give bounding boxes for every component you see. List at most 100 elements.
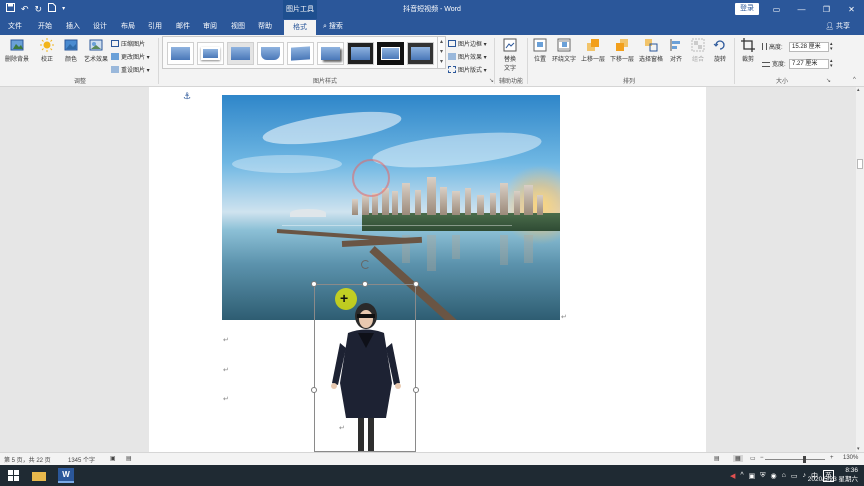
zoom-in-icon[interactable]: + <box>830 455 834 461</box>
resize-handle-top-left[interactable] <box>311 281 317 287</box>
tab-help[interactable]: 帮助 <box>254 19 276 35</box>
proofing-icon[interactable]: ▣ <box>110 455 116 462</box>
width-spinner[interactable]: ▴ ▾ <box>830 59 833 69</box>
rotate-handle[interactable] <box>361 260 370 269</box>
tab-review[interactable]: 审阅 <box>199 19 221 35</box>
tab-insert[interactable]: 插入 <box>62 19 84 35</box>
customize-qat-icon[interactable]: ▾ <box>62 3 65 15</box>
file-explorer-icon[interactable] <box>32 472 46 481</box>
picture-style-1[interactable] <box>167 42 194 65</box>
corrections-button[interactable]: 校正 <box>36 38 58 63</box>
picture-style-4[interactable] <box>257 42 284 65</box>
clock-time: 8:36 <box>845 467 858 474</box>
resize-handle-top-right[interactable] <box>413 281 419 287</box>
document-page[interactable]: ↵ + ↵ ↵ ↵ ↵ <box>149 87 706 452</box>
remove-background-button[interactable]: 删除背景 <box>2 38 32 63</box>
close-icon[interactable]: ✕ <box>839 0 864 19</box>
tab-format[interactable]: 格式 <box>284 19 316 35</box>
tell-me-search[interactable]: ⌕ 搜索 <box>323 20 343 34</box>
scroll-up-icon[interactable]: ▴ <box>857 87 860 93</box>
send-backward-button[interactable]: 下移一层 <box>607 38 637 63</box>
minimize-icon[interactable]: — <box>789 0 814 19</box>
word-count[interactable]: 1345 个字 <box>68 455 95 464</box>
tab-layout[interactable]: 布局 <box>117 19 139 35</box>
share-button[interactable]: 👤︎ 共享 <box>825 19 850 35</box>
scrollbar-thumb[interactable] <box>857 159 863 169</box>
word-app-icon[interactable]: W <box>58 468 74 483</box>
width-input[interactable]: 7.27 厘米 <box>789 59 829 69</box>
picture-style-5[interactable] <box>287 42 314 65</box>
tray-app-icon[interactable]: ⛨ <box>760 472 765 480</box>
tab-file[interactable]: 文件 <box>4 19 26 35</box>
picture-style-7[interactable] <box>347 42 374 65</box>
tab-design[interactable]: 设计 <box>89 19 111 35</box>
tab-references[interactable]: 引用 <box>144 19 166 35</box>
ribbon-display-options-icon[interactable]: ▭ <box>764 0 789 19</box>
page-count[interactable]: 第 5 页，共 22 页 <box>4 455 51 464</box>
collapse-ribbon-icon[interactable]: ^ <box>853 77 856 83</box>
zoom-level[interactable]: 130% <box>843 455 858 461</box>
color-button[interactable]: 颜色 <box>60 38 82 63</box>
height-spinner[interactable]: ▴ ▾ <box>830 42 833 52</box>
tray-app-icon[interactable]: ⌂ <box>782 472 786 479</box>
selection-pane-button[interactable]: 选择窗格 <box>636 38 666 63</box>
undo-icon[interactable]: ↶ <box>21 3 29 15</box>
resize-handle-right[interactable] <box>413 387 419 393</box>
vertical-scrollbar[interactable]: ▴ ▾ <box>856 87 864 452</box>
tray-app-icon[interactable]: ▣ <box>749 472 756 480</box>
volume-icon[interactable]: ♪ <box>803 472 807 479</box>
bring-forward-button[interactable]: 上移一层 <box>578 38 608 63</box>
resize-handle-left[interactable] <box>311 387 317 393</box>
clock[interactable]: 8:36 2020/5/23 星期六 <box>808 466 858 484</box>
picture-effects-button[interactable]: 图片效果 ▾ <box>448 52 487 61</box>
tab-home[interactable]: 开始 <box>33 19 57 35</box>
align-button[interactable]: 对齐 <box>666 38 686 63</box>
reset-picture-button[interactable]: 重设图片 ▾ <box>111 65 150 74</box>
crop-button[interactable]: 裁剪 <box>737 38 759 63</box>
position-button[interactable]: 位置 <box>530 38 550 63</box>
web-layout-icon[interactable]: ▭ <box>750 455 756 462</box>
tab-view[interactable]: 视图 <box>227 19 249 35</box>
size-dialog-launcher-icon[interactable]: ↘ <box>826 77 831 84</box>
compress-pictures-button[interactable]: 压缩图片 <box>111 39 145 48</box>
tab-mailings[interactable]: 邮件 <box>172 19 194 35</box>
picture-style-3[interactable] <box>227 42 254 65</box>
zoom-slider[interactable] <box>765 459 825 460</box>
picture-style-6[interactable] <box>317 42 344 65</box>
width-label: 宽度: <box>762 59 786 68</box>
person-picture[interactable] <box>311 260 419 452</box>
picture-style-8[interactable] <box>377 42 404 65</box>
redo-icon[interactable]: ↻ <box>35 3 43 15</box>
zoom-out-icon[interactable]: − <box>760 455 764 461</box>
wrap-text-button[interactable]: 环绕文字 <box>550 38 578 63</box>
tray-app-icon[interactable]: ◉ <box>771 472 777 480</box>
restore-icon[interactable]: ❐ <box>814 0 839 19</box>
wrap-text-label: 环绕文字 <box>551 57 576 63</box>
artistic-effects-button[interactable]: 艺术效果 <box>84 38 108 63</box>
tray-app-icon[interactable]: ◀ <box>730 472 735 480</box>
print-layout-icon[interactable]: ▦ <box>733 455 743 462</box>
gallery-scroll[interactable]: ▴ ▾ ▾ <box>437 37 445 68</box>
change-picture-button[interactable]: 更改图片 ▾ <box>111 52 150 61</box>
picture-border-button[interactable]: 图片边框 ▾ <box>448 39 487 48</box>
resize-handle-top[interactable] <box>362 281 368 287</box>
network-icon[interactable]: ▭ <box>791 472 798 480</box>
login-button[interactable]: 登录 <box>735 3 759 15</box>
new-doc-icon[interactable] <box>48 3 57 15</box>
windows-start-icon[interactable] <box>8 470 19 481</box>
zoom-slider-thumb[interactable] <box>803 456 806 463</box>
height-input[interactable]: 15.28 厘米 <box>789 42 829 52</box>
tray-chevron-icon[interactable]: ^ <box>740 472 743 479</box>
rotate-button[interactable]: 旋转 <box>710 38 730 63</box>
picture-layout-button[interactable]: 图片版式 ▾ <box>448 65 487 74</box>
macro-icon[interactable]: ▤ <box>126 455 132 462</box>
accessibility-group-label: 辅助功能 <box>498 79 523 85</box>
read-mode-icon[interactable]: ▤ <box>714 455 720 462</box>
width-icon <box>762 62 770 67</box>
color-label: 颜色 <box>64 57 77 63</box>
picture-style-9[interactable] <box>407 42 434 65</box>
save-icon[interactable] <box>6 3 15 15</box>
group-button[interactable]: 组合 <box>688 38 708 63</box>
picture-style-2[interactable] <box>197 42 224 65</box>
alt-text-button[interactable]: 替换 文字 <box>497 38 523 72</box>
